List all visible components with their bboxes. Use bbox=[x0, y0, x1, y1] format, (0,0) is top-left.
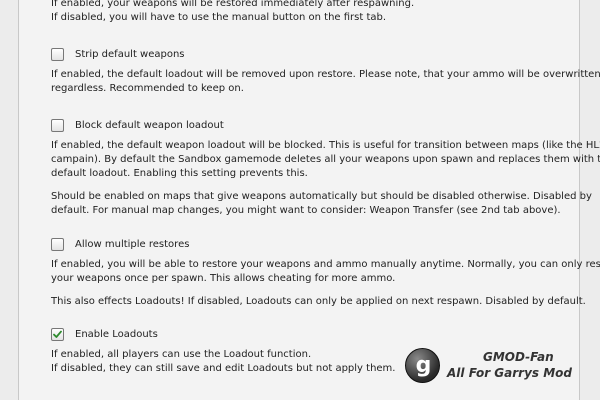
allow-multiple-restores-note-line-1: This also effects Loadouts! If disabled,… bbox=[51, 296, 586, 307]
enable-loadouts-checkbox[interactable] bbox=[51, 327, 64, 341]
strip-default-weapons-option[interactable]: Strip default weapons bbox=[51, 46, 185, 62]
gmod-fan-watermark: g GMOD-Fan All For Garrys Mod bbox=[405, 348, 595, 388]
gmod-logo-letter: g bbox=[415, 353, 432, 378]
block-default-loadout-description-line-2: campain). By default the Sandbox gamemod… bbox=[51, 154, 600, 165]
enable-loadouts-description-line-2: If disabled, they can still save and edi… bbox=[51, 363, 396, 374]
enable-loadouts-description-line-1: If enabled, all players can use the Load… bbox=[51, 349, 312, 360]
strip-default-weapons-description-line-2: regardless. Recommended to keep on. bbox=[51, 83, 244, 94]
block-default-loadout-label[interactable]: Block default weapon loadout bbox=[75, 120, 224, 131]
strip-default-weapons-label[interactable]: Strip default weapons bbox=[75, 49, 185, 60]
block-default-loadout-description-line-3: default loadout. Enabling this setting p… bbox=[51, 168, 308, 179]
allow-multiple-restores-option[interactable]: Allow multiple restores bbox=[51, 236, 189, 252]
enable-loadouts-option[interactable]: Enable Loadouts bbox=[51, 326, 158, 342]
watermark-subtitle: All For Garrys Mod bbox=[447, 366, 572, 380]
enable-loadouts-label[interactable]: Enable Loadouts bbox=[75, 329, 158, 340]
strip-default-weapons-description-line-1: If enabled, the default loadout will be … bbox=[51, 69, 600, 80]
check-mark-icon bbox=[53, 330, 62, 338]
block-default-loadout-description-line-1: If enabled, the default weapon loadout w… bbox=[51, 140, 600, 151]
allow-multiple-restores-checkbox[interactable] bbox=[51, 237, 64, 251]
watermark-title: GMOD-Fan bbox=[483, 350, 554, 364]
block-default-loadout-checkbox[interactable] bbox=[51, 118, 64, 132]
settings-panel: If enabled, your weapons will be restore… bbox=[18, 0, 600, 400]
allow-multiple-restores-description-line-1: If enabled, you will be able to restore … bbox=[51, 259, 600, 270]
gmod-logo-icon: g bbox=[405, 348, 440, 383]
allow-multiple-restores-label[interactable]: Allow multiple restores bbox=[75, 239, 189, 250]
block-default-loadout-note-line-1: Should be enabled on maps that give weap… bbox=[51, 191, 592, 202]
block-default-loadout-note-line-2: default. For manual map changes, you mig… bbox=[51, 205, 561, 216]
respawn-description-line-2: If disabled, you will have to use the ma… bbox=[51, 12, 387, 23]
strip-default-weapons-checkbox[interactable] bbox=[51, 47, 64, 61]
respawn-description-line-1: If enabled, your weapons will be restore… bbox=[51, 0, 415, 9]
block-default-loadout-option[interactable]: Block default weapon loadout bbox=[51, 117, 224, 133]
allow-multiple-restores-description-line-2: your weapons once per spawn. This allows… bbox=[51, 273, 396, 284]
